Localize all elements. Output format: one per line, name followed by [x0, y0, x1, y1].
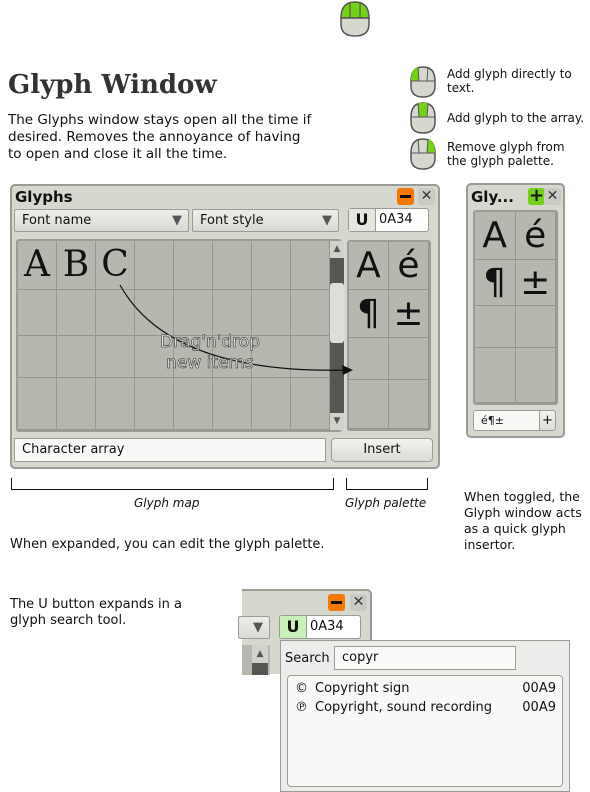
window-title: Glyphs [15, 188, 73, 206]
chevron-down-icon: ▼ [172, 213, 182, 228]
search-label: Search [285, 651, 330, 666]
character-array-input[interactable]: é¶± [473, 410, 540, 431]
codepoint-input[interactable]: 0A34 [376, 209, 413, 231]
font-style-dropdown[interactable]: Font style ▼ [192, 209, 339, 232]
u-note: The U button expands in a glyph search t… [10, 597, 182, 628]
font-name-value: Font name [22, 213, 92, 228]
close-button[interactable]: ✕ [544, 188, 561, 205]
scroll-up-arrow-icon[interactable]: ▲ [252, 645, 268, 663]
toggled-note: When toggled, the Glyph window acts as a… [464, 489, 582, 552]
font-style-dropdown[interactable]: ▼ [238, 616, 270, 639]
palette-cell[interactable] [475, 348, 516, 403]
unicode-field: U 0A34 [348, 208, 429, 232]
mouse-middle-click-icon [410, 102, 436, 134]
palette-cell[interactable]: A [475, 212, 516, 260]
drag-hint: Drag'n'drop new items [159, 332, 261, 374]
glyph-symbol: © [295, 681, 308, 696]
glyph-code: 00A9 [522, 681, 556, 696]
search-input[interactable]: copyr [334, 646, 516, 670]
palette-cell[interactable] [515, 348, 556, 403]
search-result-item[interactable]: © Copyright sign 00A9 [288, 680, 562, 698]
palette-cell[interactable] [475, 306, 516, 348]
glyph-map-label: Glyph map [134, 496, 200, 510]
palette-cell[interactable]: ± [389, 290, 429, 338]
add-button[interactable]: + [539, 410, 556, 431]
mouse-all-buttons-icon [340, 1, 370, 37]
glyph-cell[interactable] [18, 336, 57, 378]
legend-text-right: Remove glyph from the glyph palette. [447, 140, 565, 168]
glyph-map-bracket [11, 478, 334, 490]
close-button[interactable]: ✕ [418, 188, 435, 205]
palette-cell[interactable]: é [515, 212, 556, 260]
glyph-cell[interactable] [57, 290, 96, 336]
search-results-list: © Copyright sign 00A9 ℗ Copyright, sound… [287, 675, 563, 787]
chevron-down-icon: ▼ [322, 213, 332, 228]
glyph-name: Copyright sign [315, 681, 410, 696]
expand-button[interactable]: + [528, 187, 545, 205]
page-title: Glyph Window [8, 70, 217, 100]
insert-button[interactable]: Insert [331, 438, 433, 462]
glyph-cell[interactable] [57, 336, 96, 378]
scrollbar[interactable]: ▲ [252, 645, 268, 675]
mouse-left-click-icon [410, 66, 436, 98]
unicode-field: U 0A34 [279, 615, 361, 639]
palette-cell[interactable]: ¶ [475, 260, 516, 306]
glyph-symbol: ℗ [295, 700, 308, 715]
unicode-search-button[interactable]: U [280, 616, 307, 638]
chevron-down-icon: ▼ [253, 620, 263, 635]
palette-cell[interactable]: é [389, 242, 429, 290]
search-result-item[interactable]: ℗ Copyright, sound recording 00A9 [288, 699, 562, 717]
minimize-button[interactable] [328, 594, 345, 611]
glyph-code: 00A9 [522, 700, 556, 715]
character-array-input[interactable]: Character array [14, 438, 326, 462]
scroll-up-arrow-icon[interactable]: ▲ [330, 241, 344, 258]
font-name-dropdown[interactable]: Font name ▼ [14, 209, 189, 232]
minimize-button[interactable] [397, 188, 414, 205]
mouse-right-click-icon [410, 138, 436, 170]
palette-cell[interactable]: ± [515, 260, 556, 306]
close-button[interactable]: ✕ [350, 594, 367, 611]
palette-cell[interactable] [515, 306, 556, 348]
window-title: Gly... [471, 188, 514, 206]
unicode-search-button[interactable]: U [349, 209, 376, 231]
scroll-down-arrow-icon[interactable]: ▼ [330, 413, 344, 430]
glyph-palette-bracket [346, 478, 428, 490]
font-style-value: Font style [200, 213, 264, 228]
glyph-palette[interactable]: A é ¶ ± [473, 210, 558, 405]
intro-text: The Glyphs window stays open all the tim… [8, 112, 312, 162]
glyph-cell[interactable]: A [18, 241, 57, 290]
glyph-cell[interactable] [18, 378, 57, 430]
glyph-cell[interactable]: B [57, 241, 96, 290]
palette-cell[interactable] [389, 338, 429, 380]
glyph-cell[interactable] [57, 378, 96, 430]
glyph-search-popup: Search copyr © Copyright sign 00A9 ℗ Cop… [280, 640, 570, 792]
legend-text-middle: Add glyph to the array. [447, 111, 585, 125]
glyphs-window-compact: Gly... + ✕ A é ¶ ± é¶± + [466, 183, 565, 438]
legend-text-left: Add glyph directly to text. [447, 67, 572, 95]
glyph-cell[interactable] [18, 290, 57, 336]
glyph-name: Copyright, sound recording [315, 700, 493, 715]
glyph-palette-label: Glyph palette [345, 496, 427, 510]
codepoint-input[interactable]: 0A34 [307, 616, 344, 638]
expanded-note: When expanded, you can edit the glyph pa… [10, 537, 325, 552]
palette-cell[interactable] [389, 380, 429, 429]
